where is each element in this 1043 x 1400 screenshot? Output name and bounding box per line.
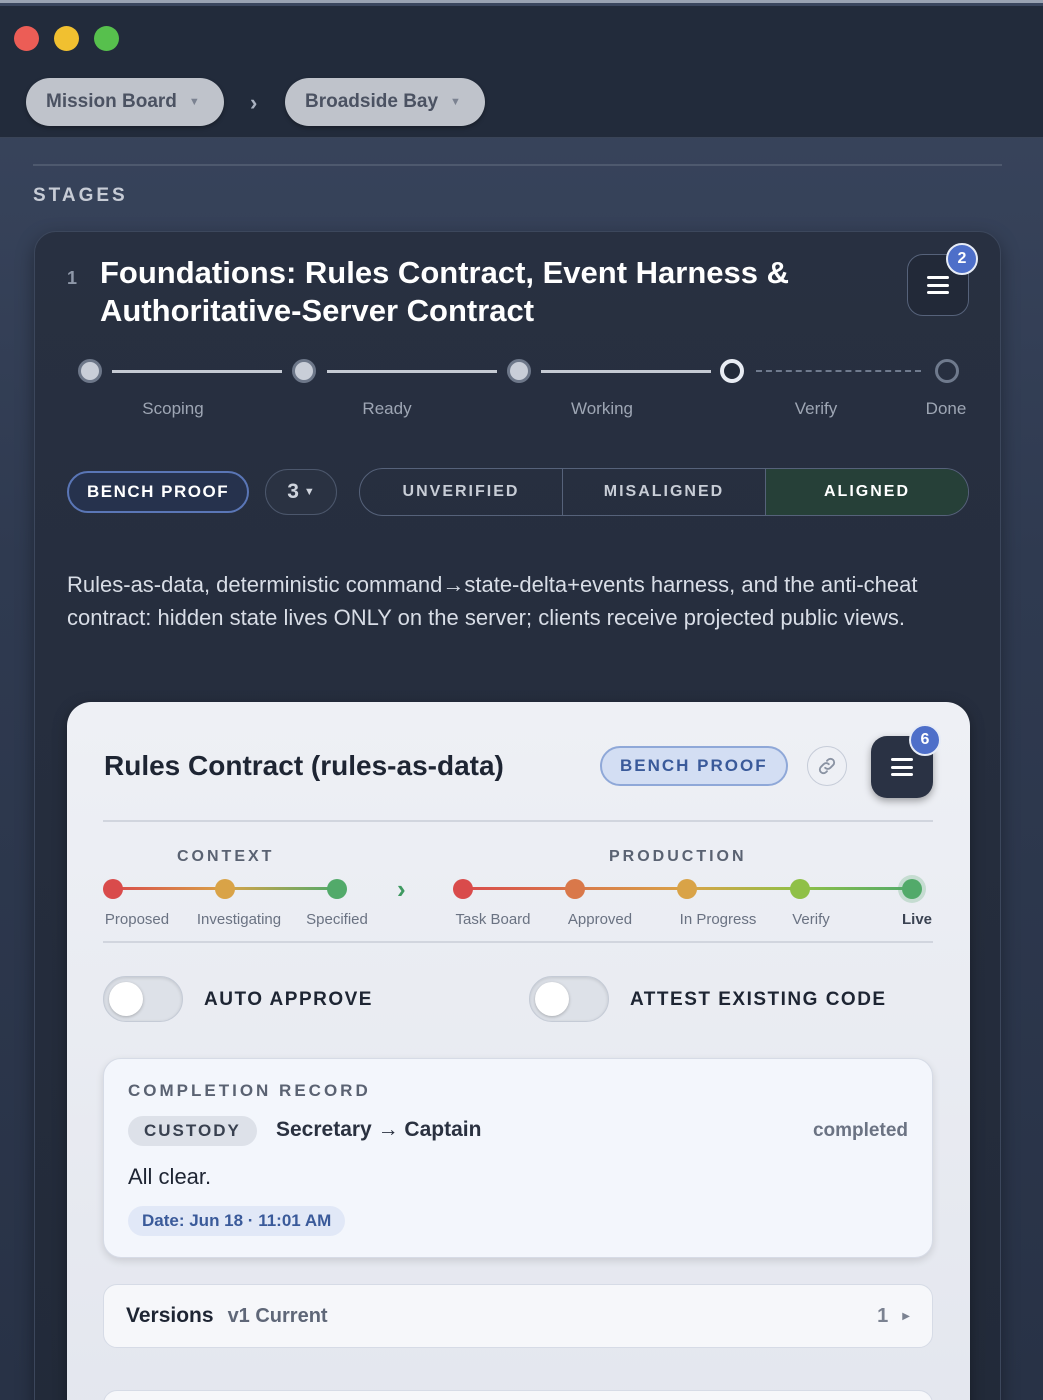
task-bench-proof-pill[interactable]: BENCH PROOF: [600, 746, 788, 786]
production-step-verify[interactable]: [790, 879, 810, 899]
progress-line: [327, 370, 497, 373]
next-section-card: [103, 1390, 933, 1400]
production-track: [463, 887, 575, 890]
auto-approve-toggle[interactable]: [103, 976, 183, 1022]
progress-label: Ready: [362, 399, 412, 418]
auto-approve-label: AUTO APPROVE: [204, 989, 373, 1010]
stage-number: 1: [67, 268, 78, 288]
link-icon: [818, 757, 836, 775]
production-step-live[interactable]: [902, 879, 922, 899]
progress-step-working[interactable]: [507, 359, 531, 383]
chevron-down-icon: ▼: [188, 96, 200, 108]
stage-progress: Scoping Ready Working Verify Done: [75, 357, 967, 427]
breadcrumb-label: Broadside Bay: [305, 91, 439, 112]
task-menu-button[interactable]: 6: [871, 724, 941, 798]
production-track: [800, 887, 912, 890]
production-step-label: In Progress: [679, 911, 757, 928]
count-dropdown[interactable]: 3 ▼: [265, 469, 337, 515]
context-step-proposed[interactable]: [103, 879, 123, 899]
progress-step-ready[interactable]: [292, 359, 316, 383]
minimize-window-button[interactable]: [54, 26, 79, 51]
stage-title: Foundations: Rules Contract, Event Harne…: [100, 255, 789, 328]
alignment-option-aligned[interactable]: ALIGNED: [766, 469, 968, 515]
production-track: [687, 887, 800, 890]
menu-icon: [891, 758, 913, 776]
progress-label: Scoping: [142, 399, 204, 418]
production-step-approved[interactable]: [565, 879, 585, 899]
context-label: CONTEXT: [177, 848, 275, 865]
toggle-knob: [109, 982, 143, 1016]
production-step-label: Approved: [567, 911, 633, 928]
section-heading: STAGES: [33, 185, 128, 206]
progress-label: Done: [925, 399, 967, 418]
divider: [33, 164, 1002, 166]
divider: [103, 820, 933, 822]
toggle-knob: [535, 982, 569, 1016]
context-step-label: Specified: [306, 911, 368, 928]
production-track: [575, 887, 687, 890]
production-step-in-progress[interactable]: [677, 879, 697, 899]
attest-existing-code-label: ATTEST EXISTING CODE: [630, 989, 887, 1010]
chevron-down-icon: ▼: [303, 486, 315, 498]
title-bar: Mission Board ▼ › Broadside Bay ▼: [0, 6, 1043, 138]
context-track: [225, 887, 337, 890]
versions-row[interactable]: Versions v1 Current 1 ▶: [103, 1284, 933, 1348]
breadcrumb-broadside-bay[interactable]: Broadside Bay ▼: [285, 78, 485, 126]
chevron-right-icon: ▶: [902, 1310, 910, 1322]
copy-link-button[interactable]: [807, 746, 847, 786]
progress-line: [541, 370, 711, 373]
context-step-specified[interactable]: [327, 879, 347, 899]
progress-step-scoping[interactable]: [78, 359, 102, 383]
stage-card: 1 Foundations: Rules Contract, Event Har…: [34, 231, 1001, 1400]
progress-line-pending: [756, 370, 921, 372]
production-label: PRODUCTION: [609, 848, 747, 865]
zoom-window-button[interactable]: [94, 26, 119, 51]
versions-label: Versions: [126, 1304, 214, 1327]
completion-heading: COMPLETION RECORD: [128, 1081, 371, 1100]
versions-current: v1 Current: [227, 1304, 328, 1327]
divider: [103, 941, 933, 943]
task-title: Rules Contract (rules-as-data): [104, 750, 504, 781]
breadcrumb-separator-icon: ›: [250, 90, 258, 115]
count-value: 3: [287, 480, 299, 503]
stage-description: Rules-as-data, deterministic command→sta…: [67, 572, 918, 630]
production-step-label: Verify: [792, 911, 830, 928]
context-step-label: Investigating: [196, 911, 282, 928]
production-step-label: Task Board: [455, 911, 531, 928]
menu-count-badge: 2: [946, 243, 978, 275]
menu-icon: [927, 276, 949, 294]
task-card: Rules Contract (rules-as-data) BENCH PRO…: [67, 702, 970, 1400]
progress-label: Verify: [794, 399, 838, 418]
chevron-right-icon: ›: [397, 874, 406, 904]
context-step-label: Proposed: [104, 911, 170, 928]
alignment-option-unverified[interactable]: UNVERIFIED: [360, 469, 563, 515]
production-step-task-board[interactable]: [453, 879, 473, 899]
progress-label: Working: [570, 399, 634, 418]
production-step-label-current: Live: [901, 911, 933, 928]
chevron-down-icon: ▼: [450, 96, 461, 108]
completion-date: Date: Jun 18 · 11:01 AM: [128, 1206, 346, 1236]
context-track: [113, 887, 225, 890]
attest-existing-code-toggle[interactable]: [529, 976, 609, 1022]
breadcrumb-label: Mission Board: [46, 91, 177, 112]
app-window: Mission Board ▼ › Broadside Bay ▼ STAGES…: [0, 0, 1043, 1400]
versions-count: 1: [877, 1304, 889, 1327]
custody-path: Secretary → Captain: [276, 1118, 482, 1141]
breadcrumb-mission-board[interactable]: Mission Board ▼: [26, 78, 224, 126]
context-step-investigating[interactable]: [215, 879, 235, 899]
completion-note: All clear.: [128, 1164, 212, 1189]
completion-record: COMPLETION RECORD CUSTODY Secretary → Ca…: [103, 1058, 933, 1258]
alignment-option-misaligned[interactable]: MISALIGNED: [563, 469, 766, 515]
stage-menu-button[interactable]: 2: [907, 243, 978, 316]
custody-badge: CUSTODY: [128, 1116, 257, 1146]
completion-status: completed: [812, 1120, 908, 1141]
menu-count-badge: 6: [909, 724, 941, 756]
bench-proof-pill[interactable]: BENCH PROOF: [67, 471, 250, 513]
progress-step-done[interactable]: [935, 359, 959, 383]
progress-line: [112, 370, 282, 373]
close-window-button[interactable]: [14, 26, 39, 51]
progress-step-verify[interactable]: [720, 359, 744, 383]
alignment-segmented-control: UNVERIFIED MISALIGNED ALIGNED: [359, 468, 969, 516]
